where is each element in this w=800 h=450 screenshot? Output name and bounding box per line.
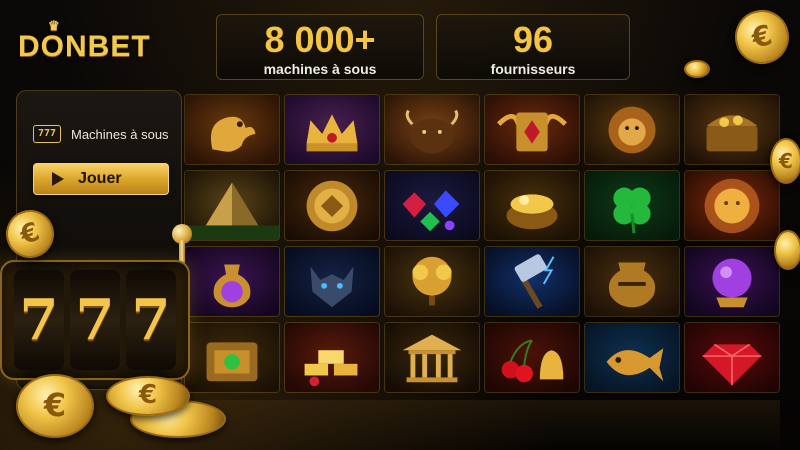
reel-3: 7 bbox=[126, 270, 176, 370]
red-diamond-tile[interactable] bbox=[684, 322, 780, 393]
play-button[interactable]: Jouer bbox=[33, 163, 169, 195]
coin-icon bbox=[684, 60, 710, 78]
tile-artwork bbox=[485, 323, 579, 392]
golden-tree-tile[interactable] bbox=[384, 246, 480, 317]
crown-icon: ♛ bbox=[48, 18, 61, 33]
tile-artwork bbox=[385, 323, 479, 392]
slot-777-icon: 777 bbox=[33, 125, 61, 143]
panel-title: Machines à sous bbox=[71, 126, 169, 142]
golden-medallion-tile[interactable] bbox=[284, 170, 380, 241]
tile-artwork bbox=[285, 247, 379, 316]
gems-tile[interactable] bbox=[384, 170, 480, 241]
pot-of-gold-tile[interactable] bbox=[484, 170, 580, 241]
euro-coin-icon: € bbox=[16, 374, 94, 438]
coin-icon bbox=[774, 230, 800, 270]
tile-artwork bbox=[285, 323, 379, 392]
tile-artwork bbox=[585, 95, 679, 164]
royal-crown-tile[interactable] bbox=[284, 94, 380, 165]
tile-artwork bbox=[685, 247, 779, 316]
euro-coin-icon: € bbox=[770, 138, 800, 184]
reel-2: 7 bbox=[70, 270, 120, 370]
tile-artwork bbox=[485, 95, 579, 164]
reel-1: 7 bbox=[14, 270, 64, 370]
game-grid bbox=[184, 94, 780, 400]
play-button-label: Jouer bbox=[78, 170, 122, 187]
tile-artwork bbox=[185, 95, 279, 164]
tile-artwork bbox=[285, 171, 379, 240]
reel-box: 7 7 7 bbox=[0, 260, 190, 380]
ancient-vase-tile[interactable] bbox=[584, 246, 680, 317]
tile-artwork bbox=[285, 95, 379, 164]
tile-artwork bbox=[485, 247, 579, 316]
logo-text: DONBET bbox=[18, 30, 151, 63]
donbet-logo[interactable]: ♛ DONBET bbox=[18, 18, 151, 64]
providers-count-value: 96 bbox=[512, 19, 554, 60]
tile-artwork bbox=[185, 171, 279, 240]
play-icon bbox=[52, 172, 64, 186]
tile-artwork bbox=[385, 95, 479, 164]
tile-artwork bbox=[485, 171, 579, 240]
golden-dragon-tile[interactable] bbox=[184, 94, 280, 165]
crystal-ball-tile[interactable] bbox=[684, 246, 780, 317]
golden-book-tile[interactable] bbox=[484, 94, 580, 165]
golden-sun-tile[interactable] bbox=[684, 170, 780, 241]
cherries-bell-tile[interactable] bbox=[484, 322, 580, 393]
treasure-chest-tile[interactable] bbox=[684, 94, 780, 165]
euro-coin-icon: € bbox=[106, 376, 190, 416]
golden-temple-tile[interactable] bbox=[384, 322, 480, 393]
tile-artwork bbox=[585, 171, 679, 240]
tile-artwork bbox=[685, 95, 779, 164]
providers-count-label: fournisseurs bbox=[490, 61, 576, 77]
tile-artwork bbox=[385, 171, 479, 240]
panel-header: 777 Machines à sous bbox=[33, 125, 169, 143]
providers-count-card: 96 fournisseurs bbox=[436, 14, 630, 80]
gold-ingots-tile[interactable] bbox=[284, 322, 380, 393]
golden-fish-tile[interactable] bbox=[584, 322, 680, 393]
tile-artwork bbox=[585, 323, 679, 392]
tile-artwork bbox=[385, 247, 479, 316]
floor-reflection bbox=[180, 400, 780, 450]
buffalo-tile[interactable] bbox=[384, 94, 480, 165]
slots-count-value: 8 000+ bbox=[264, 19, 376, 60]
tile-artwork bbox=[585, 247, 679, 316]
tile-artwork bbox=[685, 171, 779, 240]
pyramid-tile[interactable] bbox=[184, 170, 280, 241]
tile-artwork bbox=[685, 323, 779, 392]
golden-lion-tile[interactable] bbox=[584, 94, 680, 165]
four-leaf-clover-tile[interactable] bbox=[584, 170, 680, 241]
slots-count-label: machines à sous bbox=[263, 61, 377, 77]
thunder-hammer-tile[interactable] bbox=[484, 246, 580, 317]
slots-count-card: 8 000+ machines à sous bbox=[216, 14, 424, 80]
wolf-tile[interactable] bbox=[284, 246, 380, 317]
